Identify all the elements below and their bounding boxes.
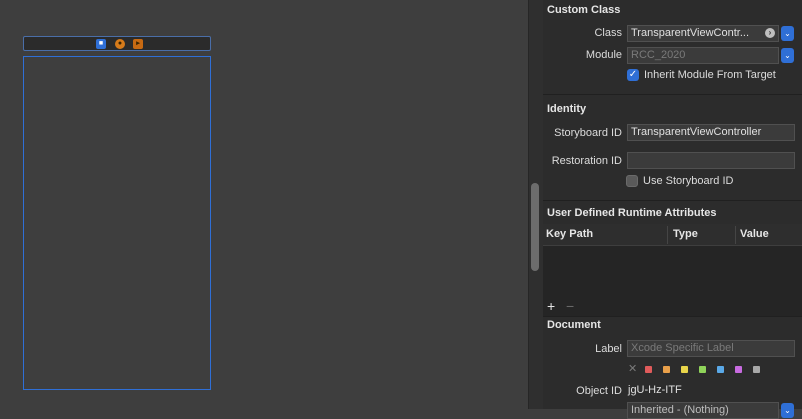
document-label-label: Label bbox=[595, 343, 622, 355]
remove-attribute-button[interactable]: − bbox=[566, 298, 574, 314]
document-title: Document bbox=[547, 319, 601, 331]
section-divider bbox=[543, 200, 802, 201]
scene-dock-bar[interactable]: ■ ● ▸ bbox=[23, 36, 211, 51]
exit-icon[interactable]: ▸ bbox=[133, 39, 143, 49]
column-value[interactable]: Value bbox=[740, 228, 769, 240]
scrollbar-thumb[interactable] bbox=[531, 183, 539, 271]
section-divider bbox=[543, 316, 802, 317]
runtime-attributes-title: User Defined Runtime Attributes bbox=[547, 207, 717, 219]
label-color-swatch-gray[interactable] bbox=[753, 366, 760, 373]
lock-popup[interactable]: Inherited - (Nothing) bbox=[627, 402, 779, 419]
section-divider bbox=[543, 94, 802, 95]
label-color-swatch-purple[interactable] bbox=[735, 366, 742, 373]
table-header: Key Path Type Value bbox=[543, 224, 802, 246]
class-label: Class bbox=[594, 27, 622, 39]
restoration-id-label: Restoration ID bbox=[551, 155, 622, 167]
custom-class-title: Custom Class bbox=[547, 4, 621, 16]
class-field[interactable]: TransparentViewContr... bbox=[627, 25, 779, 42]
restoration-id-field[interactable] bbox=[627, 152, 795, 169]
label-color-swatch-green[interactable] bbox=[699, 366, 706, 373]
storyboard-id-field[interactable]: TransparentViewController bbox=[627, 124, 795, 141]
xcode-label-field[interactable]: Xcode Specific Label bbox=[627, 340, 795, 357]
label-color-swatch-yellow[interactable] bbox=[681, 366, 688, 373]
column-separator bbox=[667, 226, 668, 244]
view-controller-icon[interactable]: ■ bbox=[96, 39, 106, 49]
add-attribute-button[interactable]: + bbox=[547, 298, 555, 314]
xcode-label-placeholder: Xcode Specific Label bbox=[631, 342, 734, 354]
module-placeholder: RCC_2020 bbox=[631, 49, 686, 61]
view-controller-scene[interactable] bbox=[23, 56, 211, 390]
storyboard-id-value: TransparentViewController bbox=[631, 126, 762, 138]
column-key-path[interactable]: Key Path bbox=[546, 228, 593, 240]
module-dropdown-chevron-icon[interactable]: ⌄ bbox=[781, 48, 794, 63]
storyboard-id-label: Storyboard ID bbox=[554, 127, 622, 139]
label-color-swatch-orange[interactable] bbox=[663, 366, 670, 373]
use-storyboard-id-checkbox[interactable] bbox=[626, 175, 638, 187]
module-field[interactable]: RCC_2020 bbox=[627, 47, 779, 64]
use-storyboard-id-label: Use Storyboard ID bbox=[643, 175, 734, 187]
label-color-swatch-red[interactable] bbox=[645, 366, 652, 373]
module-label: Module bbox=[585, 49, 622, 61]
label-color-swatch-blue[interactable] bbox=[717, 366, 724, 373]
lock-dropdown-chevron-icon[interactable]: ⌄ bbox=[781, 403, 794, 418]
column-type[interactable]: Type bbox=[673, 228, 698, 240]
class-value: TransparentViewContr... bbox=[631, 27, 750, 39]
first-responder-icon[interactable]: ● bbox=[115, 39, 125, 49]
identity-title: Identity bbox=[547, 103, 587, 115]
inherit-module-checkbox[interactable]: ✓ bbox=[627, 69, 639, 81]
column-separator bbox=[735, 226, 736, 244]
object-id-label: Object ID bbox=[576, 385, 622, 397]
inherit-module-label: Inherit Module From Target bbox=[644, 69, 776, 81]
runtime-attributes-table[interactable]: Key Path Type Value bbox=[543, 224, 802, 316]
object-id-value: jgU-Hz-ITF bbox=[628, 384, 682, 396]
class-dropdown-chevron-icon[interactable]: ⌄ bbox=[781, 26, 794, 41]
identity-inspector: Custom Class Class TransparentViewContr.… bbox=[543, 0, 802, 419]
lock-value: Inherited - (Nothing) bbox=[631, 404, 729, 416]
no-color-swatch-icon[interactable]: ✕ bbox=[628, 362, 637, 375]
storyboard-canvas[interactable]: ■ ● ▸ bbox=[0, 0, 528, 409]
go-to-class-icon[interactable]: › bbox=[765, 28, 775, 38]
